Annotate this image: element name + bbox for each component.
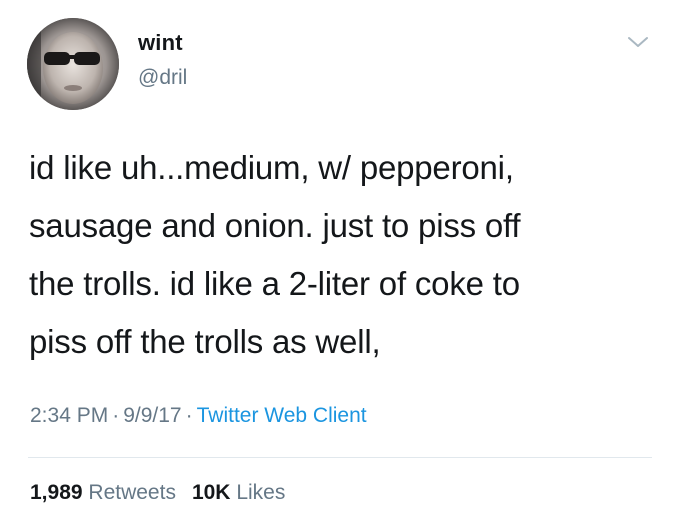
display-name[interactable]: wint [138, 30, 183, 56]
tweet-stats: 1,989 Retweets 10K Likes [30, 481, 285, 505]
meta-separator: · [112, 404, 120, 427]
avatar-photo-icon [27, 18, 119, 110]
tweet-date[interactable]: 9/9/17 [123, 404, 181, 427]
likes-stat[interactable]: 10K Likes [192, 481, 285, 504]
user-handle[interactable]: @dril [138, 66, 187, 90]
likes-label: Likes [236, 481, 286, 504]
retweets-label: Retweets [88, 481, 176, 504]
likes-count: 10K [191, 481, 231, 504]
retweets-stat[interactable]: 1,989 Retweets [30, 481, 176, 504]
chevron-down-icon[interactable] [626, 34, 650, 50]
divider [28, 457, 652, 458]
tweet-text: id like uh...medium, w/ pepperoni, sausa… [29, 149, 521, 360]
tweet-meta: 2:34 PM · 9/9/17 · Twitter Web Client [30, 404, 367, 428]
meta-separator: · [185, 404, 193, 427]
retweets-count: 1,989 [30, 481, 83, 504]
tweet-card: wint @dril id like uh...medium, w/ peppe… [0, 0, 680, 522]
tweet-time[interactable]: 2:34 PM [30, 404, 108, 427]
avatar[interactable] [27, 18, 119, 110]
tweet-client-link[interactable]: Twitter Web Client [197, 404, 367, 427]
